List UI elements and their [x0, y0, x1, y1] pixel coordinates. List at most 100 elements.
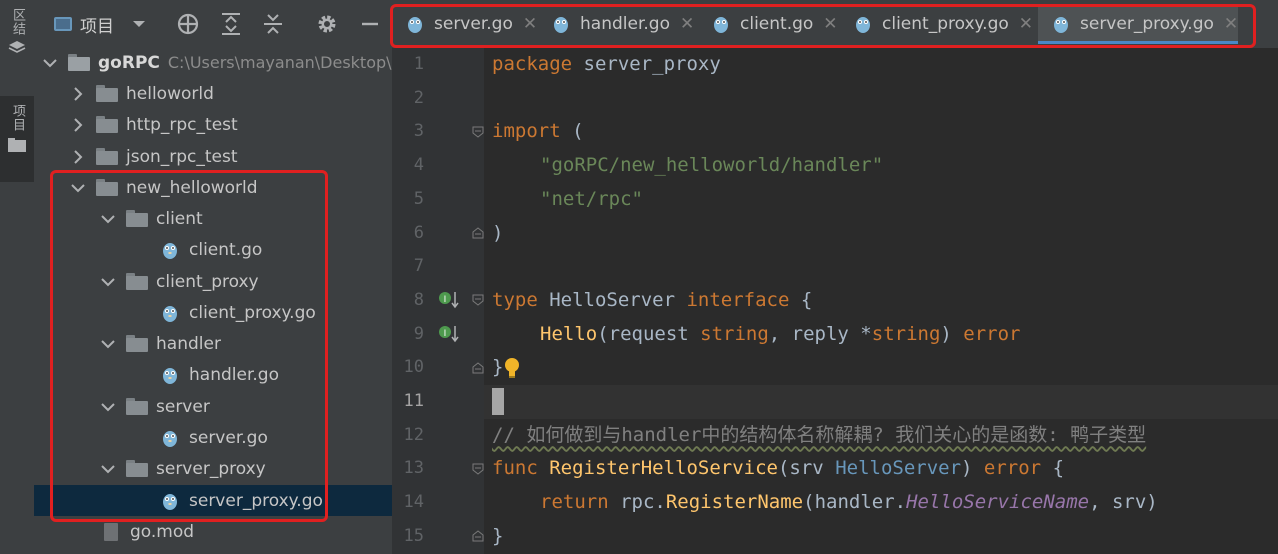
chevron-right-icon [70, 117, 86, 133]
line-number: 7 [413, 256, 424, 277]
collapse-all-button[interactable] [262, 10, 284, 38]
code-token: RegisterHelloService [537, 457, 778, 480]
folder-icon [96, 116, 118, 133]
tree-root-gorpc[interactable]: goRPC C:\Users\mayanan\Desktop\ [34, 47, 392, 78]
file-icon [104, 522, 118, 541]
code-line-5: "net/rpc" [540, 183, 643, 217]
code-line-13: func RegisterHelloService(srv HelloServe… [492, 452, 1064, 486]
svg-text:I: I [444, 295, 447, 305]
fold-marker-icon[interactable] [472, 227, 484, 239]
expand-all-button[interactable] [220, 10, 242, 38]
project-tool-button[interactable]: 项目 [0, 96, 34, 182]
tree-item-server-proxy[interactable]: server_proxy [34, 453, 392, 484]
root-name: goRPC [98, 52, 160, 73]
tree-item-server-proxy-go[interactable]: server_proxy.go [34, 485, 392, 516]
structure-tool-button[interactable]: 区结 [0, 8, 34, 54]
fold-marker-icon[interactable] [472, 530, 484, 542]
editor-gutter: 1 2 3 4 5 6 7 8 9 10 11 12 13 14 15 I I [392, 48, 484, 554]
project-view-selector[interactable]: 项目 [54, 10, 146, 38]
code-token: HelloServer [835, 457, 962, 480]
tab-server-proxy-go[interactable]: server_proxy.go ✕ [1038, 4, 1238, 44]
editor-tab-bar: server.go ✕ handler.go ✕ client.go ✕ cli… [392, 0, 1278, 49]
gopher-file-icon [1054, 17, 1068, 33]
code-token: HelloServer [537, 288, 687, 311]
code-token: { [1041, 457, 1065, 480]
tree-item-json-rpc-test[interactable]: json_rpc_test [34, 141, 392, 172]
close-icon[interactable]: ✕ [823, 14, 837, 34]
code-token: type [492, 288, 538, 311]
gopher-file-icon [714, 17, 728, 33]
folder-icon [96, 179, 118, 196]
tab-label: handler.go [580, 14, 670, 34]
current-line-highlight [484, 385, 1278, 419]
tree-item-helloworld[interactable]: helloworld [34, 78, 392, 109]
line-number: 4 [413, 155, 424, 176]
gopher-file-icon [163, 305, 177, 322]
fold-marker-icon[interactable] [472, 362, 484, 374]
close-icon[interactable]: ✕ [680, 14, 694, 34]
tab-client-proxy-go[interactable]: client_proxy.go ✕ [854, 4, 1034, 44]
code-token: } [492, 356, 504, 379]
folder-icon [126, 398, 148, 415]
tree-item-label: handler [156, 333, 221, 354]
root-path: C:\Users\mayanan\Desktop\ [167, 53, 392, 72]
code-token: HelloServiceName [906, 491, 1090, 514]
tree-item-label: http_rpc_test [126, 114, 238, 135]
tree-item-handler-go[interactable]: handler.go [34, 359, 392, 390]
tree-item-client-proxy-go[interactable]: client_proxy.go [34, 297, 392, 328]
settings-button[interactable] [316, 10, 338, 38]
tree-item-handler[interactable]: handler [34, 328, 392, 359]
fold-marker-icon[interactable] [472, 126, 484, 138]
close-icon[interactable]: ✕ [1019, 14, 1033, 34]
chevron-down-icon [133, 21, 145, 27]
code-token: error [983, 457, 1042, 480]
code-token: , srv) [1089, 491, 1158, 514]
code-token: } [492, 524, 504, 547]
code-line-11 [492, 385, 504, 419]
code-token: string [871, 322, 941, 345]
code-line-10: } [492, 351, 521, 385]
tree-item-http-rpc-test[interactable]: http_rpc_test [34, 109, 392, 140]
tree-item-new-helloworld[interactable]: new_helloworld [34, 172, 392, 203]
gopher-file-icon [163, 367, 177, 384]
tree-item-server[interactable]: server [34, 391, 392, 422]
project-toolbar: 项目 [34, 0, 392, 48]
code-editor[interactable]: package server_proxy import ( "goRPC/new… [484, 48, 1278, 554]
close-icon[interactable]: ✕ [1224, 14, 1238, 34]
implemented-icon[interactable]: I [438, 290, 460, 310]
tab-label: server.go [434, 14, 513, 34]
tab-client-go[interactable]: client.go ✕ [712, 4, 842, 44]
tab-label: server_proxy.go [1080, 14, 1214, 34]
tree-item-go-mod[interactable]: go.mod [34, 516, 392, 547]
lightbulb-icon[interactable] [503, 357, 521, 379]
tree-item-label: server.go [189, 427, 268, 448]
fold-marker-icon[interactable] [472, 294, 484, 306]
gopher-file-icon [163, 430, 177, 447]
hide-panel-button[interactable] [360, 10, 380, 38]
crosshair-icon [177, 13, 199, 35]
chevron-down-icon [100, 461, 116, 477]
code-token: Hello [540, 322, 598, 345]
line-number: 13 [403, 458, 424, 479]
close-icon[interactable]: ✕ [523, 14, 537, 34]
line-number: 6 [413, 222, 424, 243]
project-view-label: 项目 [80, 16, 114, 37]
tab-handler-go[interactable]: handler.go ✕ [552, 4, 702, 44]
tree-item-server-go[interactable]: server.go [34, 422, 392, 453]
fold-marker-icon[interactable] [472, 463, 484, 475]
tree-item-client[interactable]: client [34, 203, 392, 234]
tree-item-label: client [156, 208, 203, 229]
code-token: func [492, 457, 538, 480]
tree-item-client-proxy[interactable]: client_proxy [34, 266, 392, 297]
implemented-icon[interactable]: I [438, 324, 460, 344]
tree-item-label: client_proxy.go [189, 302, 316, 323]
collapse-all-icon [264, 14, 282, 34]
code-line-1: package server_proxy [492, 48, 721, 82]
code-line-3: import ( [492, 115, 584, 149]
line-number: 2 [413, 87, 424, 108]
folder-icon [68, 54, 90, 71]
line-number: 5 [413, 188, 424, 209]
tab-server-go[interactable]: server.go ✕ [406, 4, 546, 44]
locate-button[interactable] [176, 10, 200, 38]
tree-item-client-go[interactable]: client.go [34, 234, 392, 265]
